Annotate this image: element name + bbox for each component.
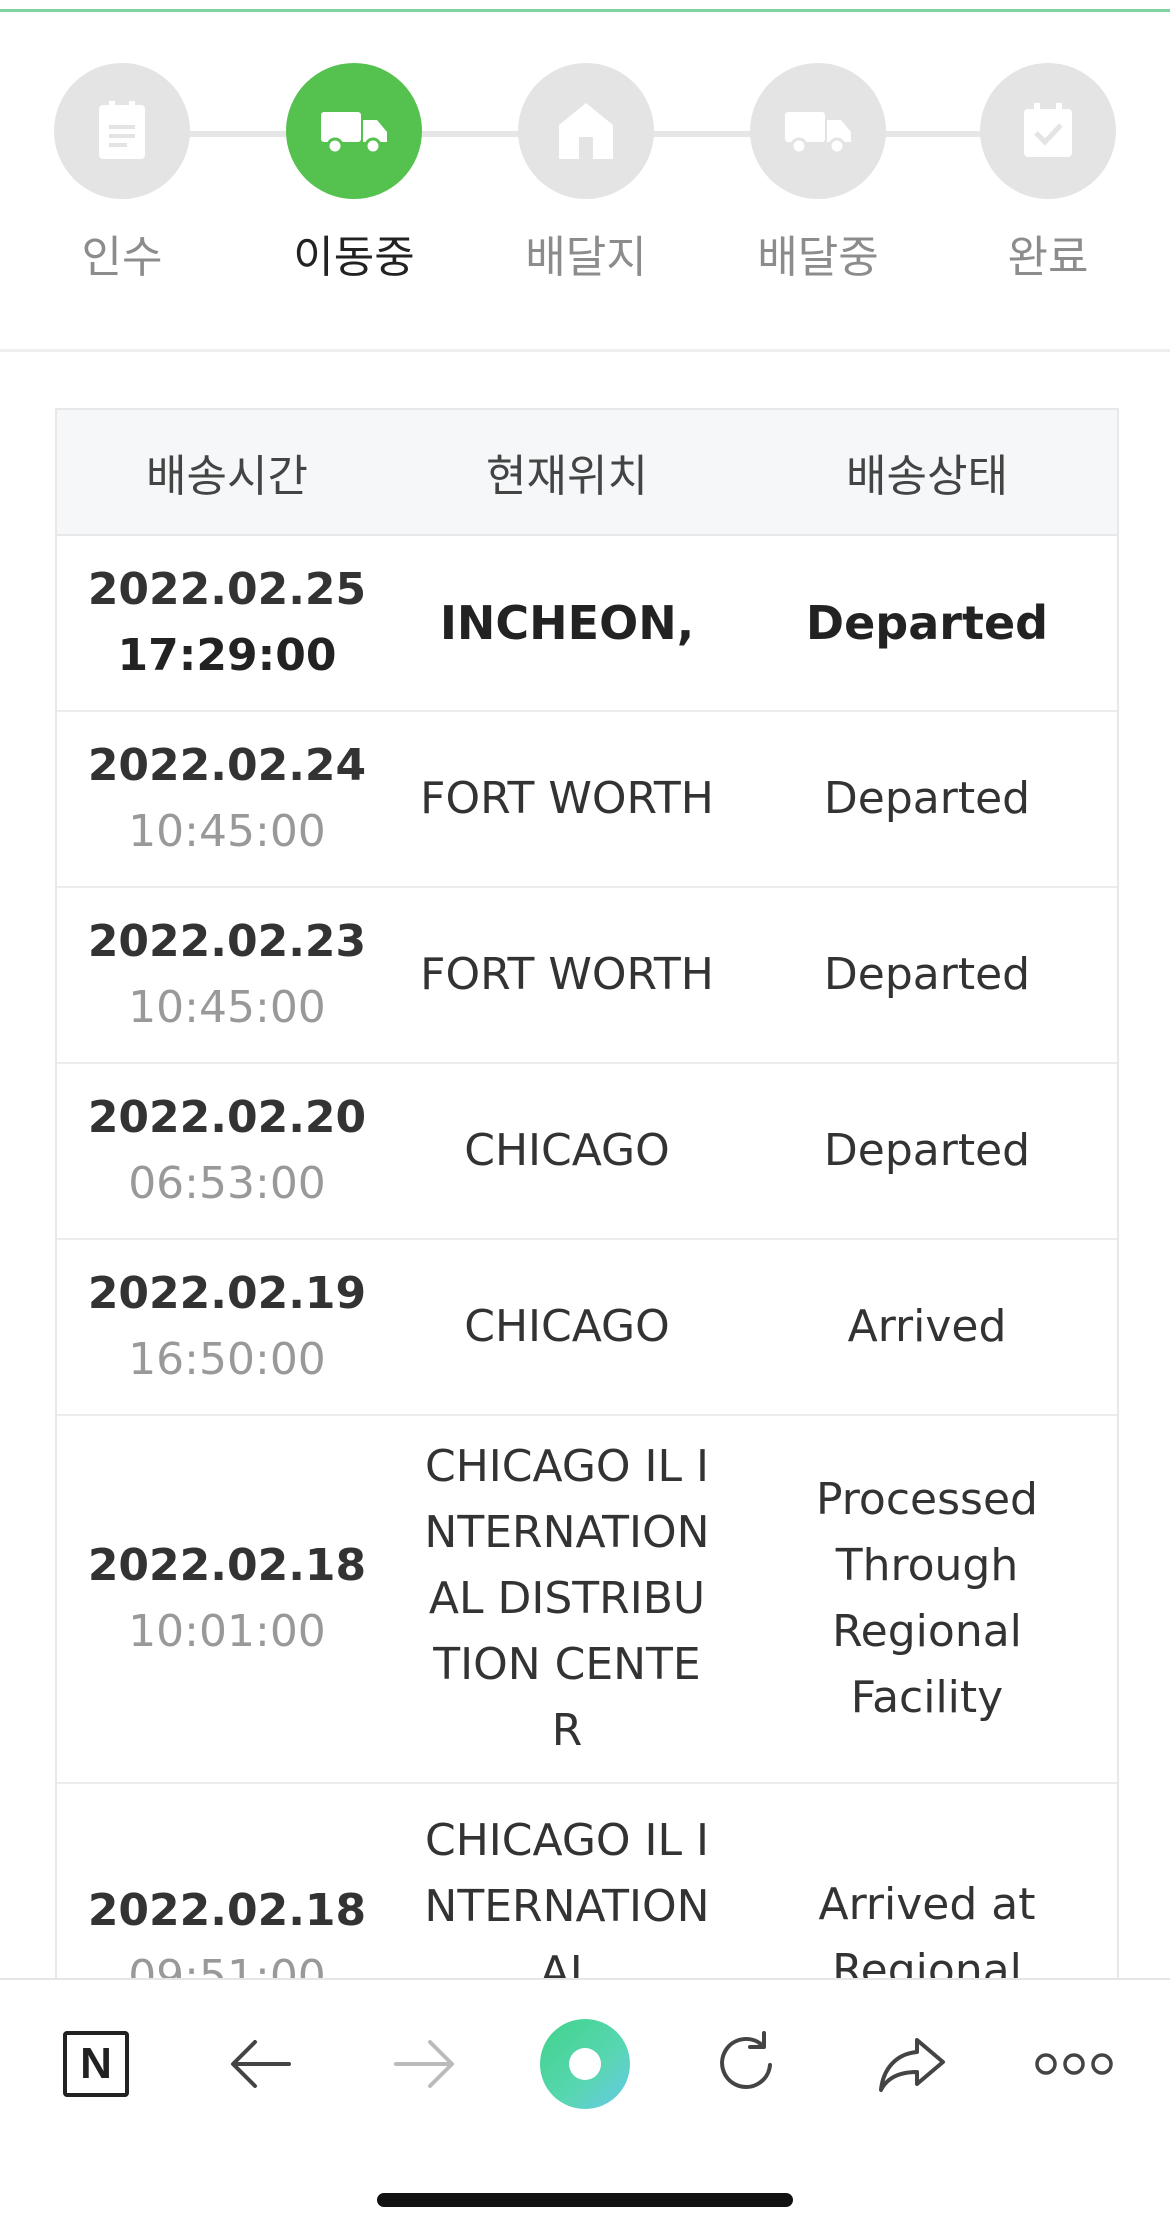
table-row: 2022.02.18 10:01:00 CHICAGO IL INTERNATI… xyxy=(57,1416,1117,1784)
forward-arrow-icon xyxy=(394,2040,454,2088)
row-location-text: FORT WORTH xyxy=(420,949,714,1000)
column-header-location: 현재위치 xyxy=(486,451,648,502)
row-date: 2022.02.18 xyxy=(87,1540,367,1591)
tracking-table: 배송시간 현재위치 배송상태 2022.02.25 17:29:00 INCHE… xyxy=(55,408,1119,2150)
truck-icon xyxy=(286,63,422,199)
table-row: 2022.02.19 16:50:00 CHICAGO Arrived xyxy=(57,1240,1117,1416)
row-datetime: 2022.02.20 06:53:00 xyxy=(57,1085,397,1217)
column-header-time: 배송시간 xyxy=(146,451,308,502)
step-label: 인수 xyxy=(81,232,163,283)
checkbox-icon xyxy=(980,63,1116,199)
row-datetime: 2022.02.19 16:50:00 xyxy=(57,1261,397,1393)
more-button[interactable] xyxy=(1024,2014,1124,2114)
back-arrow-icon xyxy=(231,2040,291,2088)
row-status: Departed xyxy=(823,1125,1031,1176)
row-time: 06:53:00 xyxy=(128,1158,326,1209)
step-label: 배달지 xyxy=(525,232,647,283)
row-location: CHICAGO xyxy=(464,1301,670,1352)
forward-button[interactable] xyxy=(374,2014,474,2114)
truck-icon xyxy=(750,63,886,199)
row-location: CHICAGO xyxy=(464,1125,670,1176)
green-orb-button[interactable] xyxy=(535,2014,635,2114)
row-time: 17:29:00 xyxy=(117,630,337,681)
row-time: 10:01:00 xyxy=(128,1606,326,1657)
step-label: 완료 xyxy=(1007,232,1089,283)
table-row: 2022.02.25 17:29:00 INCHEON, Departed xyxy=(57,536,1117,712)
house-icon xyxy=(518,63,654,199)
delivery-progress: 인수 이동중 배달지 배달중 완료 xyxy=(0,0,1170,352)
row-datetime: 2022.02.18 10:01:00 xyxy=(57,1533,397,1665)
row-status: Departed xyxy=(823,949,1031,1000)
row-date: 2022.02.24 xyxy=(87,740,367,791)
row-location: CHICAGO IL INTERNATIONAL DISTRIBUTION CE… xyxy=(424,1441,710,1756)
row-status: Arrived xyxy=(847,1301,1007,1352)
row-location: CHICAGO IL INTERNATIONAL xyxy=(424,1815,710,1998)
row-status: Processed Through Regional Facility xyxy=(816,1474,1038,1723)
section-divider xyxy=(0,349,1170,352)
row-status: Departed xyxy=(823,773,1031,824)
row-location: FORT WORTH xyxy=(397,766,737,832)
step-complete[interactable]: 완료 xyxy=(948,63,1148,285)
row-location: INCHEON, xyxy=(439,596,695,650)
share-button[interactable] xyxy=(862,2014,962,2114)
document-icon xyxy=(54,63,190,199)
row-date: 2022.02.19 xyxy=(87,1268,367,1319)
row-location: FORT WORTH xyxy=(397,942,737,1008)
more-icon xyxy=(1035,2053,1113,2075)
row-location-text: FORT WORTH xyxy=(420,773,714,824)
row-datetime: 2022.02.24 10:45:00 xyxy=(57,733,397,865)
step-label: 이동중 xyxy=(293,232,415,283)
naver-home-button[interactable]: N xyxy=(46,2014,146,2114)
step-label: 배달중 xyxy=(757,232,879,283)
step-destination[interactable]: 배달지 xyxy=(486,63,686,285)
row-datetime: 2022.02.23 10:45:00 xyxy=(57,909,397,1041)
row-time: 10:45:00 xyxy=(128,982,326,1033)
step-out-for-delivery[interactable]: 배달중 xyxy=(718,63,918,285)
step-pickup[interactable]: 인수 xyxy=(22,63,222,285)
green-orb-icon xyxy=(540,2019,630,2109)
row-status: Departed xyxy=(805,596,1049,650)
table-row: 2022.02.23 10:45:00 FORT WORTH Departed xyxy=(57,888,1117,1064)
row-datetime: 2022.02.25 17:29:00 xyxy=(57,557,397,689)
table-header: 배송시간 현재위치 배송상태 xyxy=(57,410,1117,536)
step-in-transit[interactable]: 이동중 xyxy=(254,63,454,285)
table-row: 2022.02.24 10:45:00 FORT WORTH Departed xyxy=(57,712,1117,888)
naver-logo: N xyxy=(63,2031,129,2097)
table-row: 2022.02.20 06:53:00 CHICAGO Departed xyxy=(57,1064,1117,1240)
row-date: 2022.02.25 xyxy=(87,564,367,615)
row-date: 2022.02.23 xyxy=(87,916,367,967)
home-indicator xyxy=(377,2193,793,2207)
refresh-button[interactable] xyxy=(697,2014,797,2114)
share-icon xyxy=(879,2038,945,2092)
row-status: Arrived at Regional xyxy=(818,1879,1036,1996)
row-date: 2022.02.18 xyxy=(87,1885,367,1936)
back-button[interactable] xyxy=(211,2014,311,2114)
refresh-icon xyxy=(720,2031,772,2089)
row-time: 10:45:00 xyxy=(128,806,326,857)
row-date: 2022.02.20 xyxy=(87,1092,367,1143)
column-header-status: 배송상태 xyxy=(846,451,1008,502)
row-time: 16:50:00 xyxy=(128,1334,326,1385)
